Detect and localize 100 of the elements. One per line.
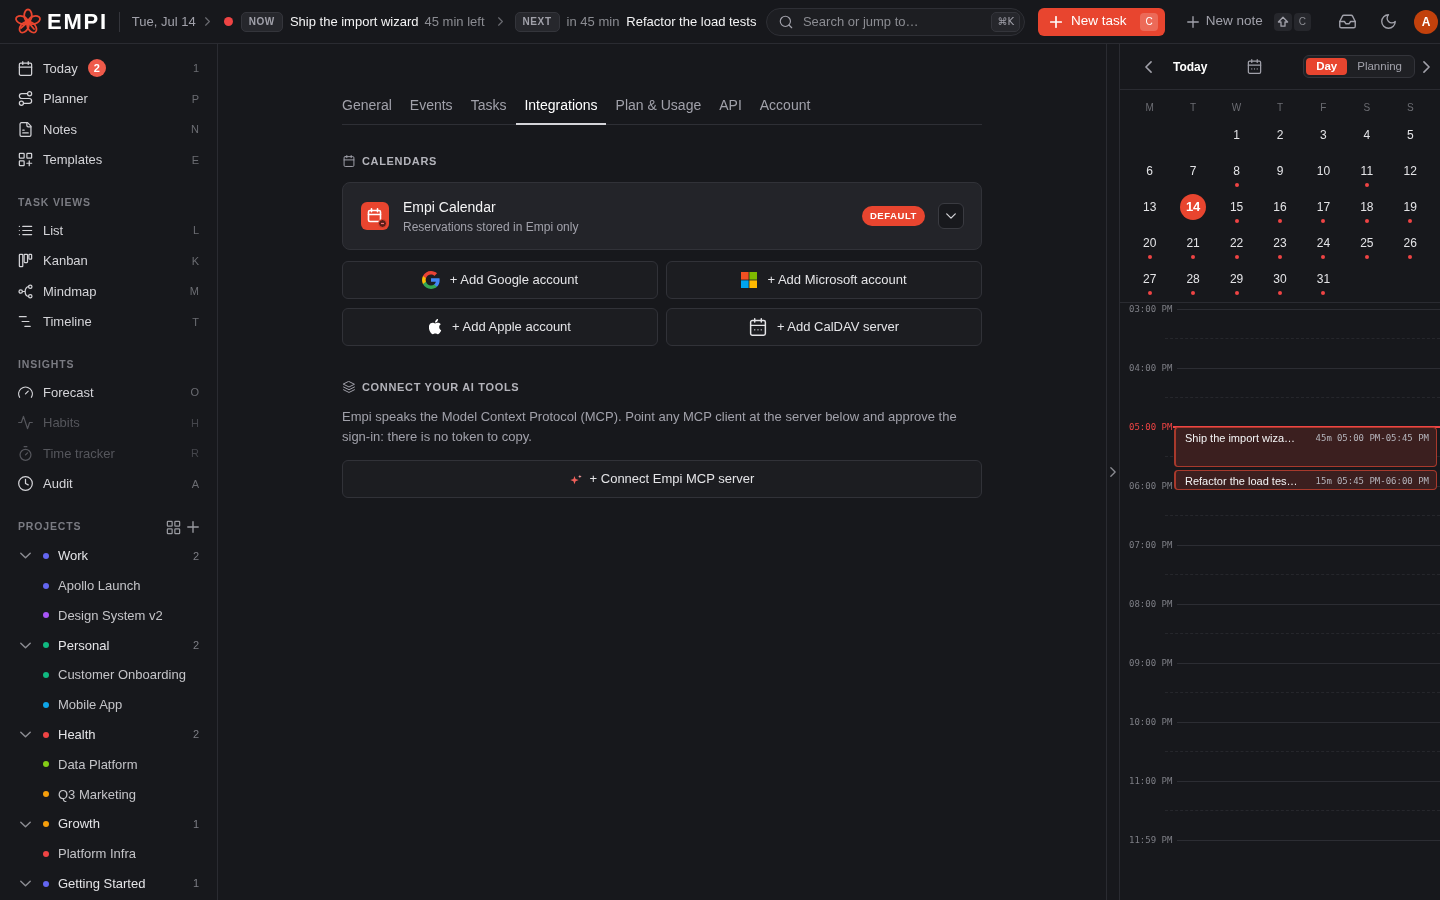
plus-icon[interactable]: [187, 521, 199, 533]
calendar-day[interactable]: 25: [1353, 230, 1380, 256]
calendar-day[interactable]: 26: [1397, 230, 1424, 256]
settings-tab[interactable]: Plan & Usage: [607, 92, 710, 125]
sidebar-item[interactable]: Notes: [18, 119, 77, 139]
inbox-icon[interactable]: [1339, 14, 1356, 29]
calendar-day[interactable]: 9: [1267, 158, 1293, 184]
chevron-down-icon[interactable]: [20, 820, 31, 828]
chevron-down-icon[interactable]: [20, 641, 31, 649]
settings-tab[interactable]: General: [334, 92, 400, 125]
sidebar-item[interactable]: Mindmap: [18, 281, 97, 301]
project-item[interactable]: Health: [58, 724, 96, 745]
new-task-button[interactable]: New task C: [1037, 7, 1165, 36]
calendar-icon[interactable]: [1247, 59, 1263, 74]
project-item[interactable]: Platform Infra: [58, 844, 137, 864]
project-item[interactable]: Work: [58, 546, 89, 566]
project-item[interactable]: Apollo Launch: [58, 575, 141, 596]
user-avatar[interactable]: A: [1414, 9, 1438, 34]
project-item[interactable]: Data Platform: [58, 754, 138, 775]
shortcut-key: C: [1293, 12, 1311, 31]
settings-tab[interactable]: Tasks: [462, 92, 515, 125]
calendar-day[interactable]: 27: [1136, 266, 1163, 292]
grid-icon[interactable]: [166, 519, 181, 535]
moon-icon[interactable]: [1381, 14, 1396, 29]
calendar-day[interactable]: 24: [1310, 230, 1337, 256]
chevron-down-icon[interactable]: [20, 731, 31, 739]
project-item[interactable]: Q3 Marketing: [58, 784, 137, 804]
calendar-day[interactable]: 22: [1223, 230, 1250, 256]
chevron-down-icon[interactable]: [20, 880, 31, 888]
sidebar-item[interactable]: Planner: [18, 89, 88, 109]
calendar-day[interactable]: 17: [1310, 194, 1337, 220]
sidebar-item[interactable]: Forecast: [18, 382, 94, 402]
calendar-day[interactable]: 4: [1353, 122, 1380, 148]
calendar-day[interactable]: 29: [1223, 266, 1250, 292]
chevron-right-icon[interactable]: [1423, 60, 1430, 73]
view-tab[interactable]: Day: [1306, 58, 1348, 75]
project-item[interactable]: Design System v2: [58, 605, 163, 626]
calendar-day[interactable]: 16: [1267, 194, 1293, 220]
calendar-day[interactable]: 14: [1180, 194, 1207, 220]
calendar-day[interactable]: 6: [1136, 158, 1163, 184]
project-item[interactable]: Mobile App: [58, 695, 123, 715]
chevron-right-icon: [204, 17, 210, 26]
project-item[interactable]: Getting Started: [58, 873, 146, 894]
calendar-day[interactable]: 19: [1397, 194, 1424, 220]
connect-mcp-button[interactable]: + Connect Empi MCP server: [342, 460, 982, 498]
calendar-event[interactable]: Refactor the load tes… 15m 05:45 PM-06:00 PM: [1174, 470, 1437, 490]
chevron-down-icon[interactable]: [20, 552, 31, 560]
section-heading: INSIGHTS: [17, 357, 76, 373]
sidebar-item[interactable]: List: [18, 220, 64, 240]
calendar-day[interactable]: 18: [1353, 194, 1380, 220]
calendar-day[interactable]: 2: [1267, 122, 1293, 148]
today-button[interactable]: Today: [1173, 57, 1208, 76]
calendar-day[interactable]: 15: [1223, 194, 1250, 220]
expand-button[interactable]: [938, 203, 964, 229]
calendar-day[interactable]: 23: [1267, 230, 1293, 256]
calendar-day[interactable]: 13: [1136, 194, 1163, 220]
project-item[interactable]: Growth: [58, 814, 100, 834]
calendar-day[interactable]: 11: [1353, 158, 1380, 184]
calendar-day[interactable]: 5: [1397, 122, 1424, 148]
project-item[interactable]: Customer Onboarding: [58, 665, 186, 685]
task-count: 2: [192, 638, 199, 654]
settings-tab[interactable]: API: [711, 92, 750, 125]
weekday-label: S: [1406, 100, 1414, 115]
calendar-day[interactable]: 30: [1267, 266, 1293, 292]
calendar-day[interactable]: 12: [1397, 158, 1424, 184]
add-account-button[interactable]: + Add Apple account: [342, 308, 658, 346]
add-account-button[interactable]: + Add Google account: [342, 261, 658, 299]
event-duration: 45m: [1315, 432, 1332, 445]
time-label: 05:00 PM: [1129, 421, 1173, 433]
nodes-icon: [18, 283, 33, 299]
calendar-day[interactable]: 3: [1310, 122, 1337, 148]
calendar-day[interactable]: 20: [1136, 230, 1163, 256]
weekday-label: M: [1145, 100, 1154, 115]
sidebar-item[interactable]: Audit: [18, 474, 73, 494]
calendar-day[interactable]: 1: [1223, 122, 1250, 148]
sidebar-item[interactable]: Kanban: [18, 251, 88, 271]
chevron-right-icon[interactable]: [1110, 467, 1116, 477]
settings-tab[interactable]: Account: [751, 92, 819, 125]
sidebar-item[interactable]: Templates: [18, 150, 103, 170]
chevron-left-icon[interactable]: [1145, 60, 1152, 73]
settings-tab[interactable]: Integrations: [516, 92, 606, 125]
settings-tab[interactable]: Events: [401, 92, 461, 125]
calendar-event[interactable]: Ship the import wiza… 45m 05:00 PM-05:45 PM: [1174, 427, 1437, 467]
project-item[interactable]: Personal: [58, 635, 110, 656]
calendar-day[interactable]: 21: [1180, 230, 1207, 256]
view-tab[interactable]: Planning: [1347, 58, 1412, 75]
calendar-day[interactable]: 8: [1223, 158, 1250, 184]
pulse-icon: [18, 415, 33, 431]
calendar-day[interactable]: 28: [1180, 266, 1207, 292]
calendar-day[interactable]: 31: [1310, 266, 1337, 292]
add-account-button[interactable]: + Add Microsoft account: [666, 261, 982, 299]
layers-icon: [343, 381, 355, 393]
sidebar-item[interactable]: Today: [18, 58, 78, 78]
google-logo-icon: [421, 271, 440, 289]
sidebar-item[interactable]: Timeline: [18, 312, 92, 332]
microsoft-logo-icon: [741, 272, 758, 288]
calendar-day[interactable]: 7: [1180, 158, 1207, 184]
add-account-button[interactable]: + Add CalDAV server: [666, 308, 982, 346]
new-note-button[interactable]: New note: [1186, 11, 1263, 32]
calendar-day[interactable]: 10: [1310, 158, 1337, 184]
